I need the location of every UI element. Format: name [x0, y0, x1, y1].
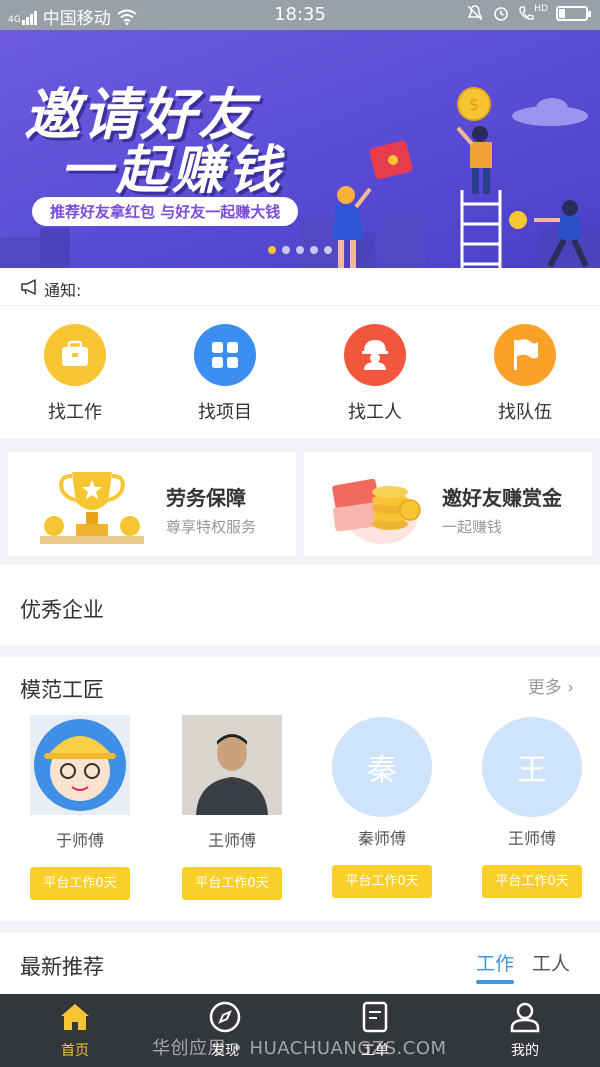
user-icon: [510, 1002, 540, 1033]
banner-subtitle: 推荐好友拿红包 与好友一起赚大钱: [32, 197, 299, 226]
chevron-right-icon: ›: [567, 678, 574, 698]
quick-menu-label: 找工作: [48, 402, 102, 423]
latest-tabs: 工作 工人: [475, 949, 570, 984]
promo-card-invite-reward[interactable]: 邀好友赚赏金 一起赚钱: [304, 452, 592, 556]
more-label: 更多: [527, 678, 562, 698]
work-days-badge: 平台工作0天: [30, 867, 130, 900]
quick-menu: 找工作 找项目 找工人 找队伍: [0, 306, 600, 438]
coins-icon: [332, 478, 421, 544]
small-coin-icon: [509, 211, 527, 229]
worker-name: 王师傅: [507, 829, 556, 848]
pagination-dot[interactable]: [296, 246, 304, 254]
avatar: [30, 715, 130, 815]
worker-name: 王师傅: [207, 831, 256, 850]
man-running-illustration: [534, 200, 589, 268]
alarm-icon: [494, 7, 509, 21]
nav-home[interactable]: 首页: [0, 1000, 150, 1060]
worker-card[interactable]: 王 王师傅 平台工作0天: [457, 717, 600, 898]
worker-card[interactable]: 于师傅 平台工作0天: [5, 715, 155, 900]
section-title: 最新推荐: [20, 955, 104, 979]
pagination-dot[interactable]: [324, 246, 332, 254]
status-bar: 4G 中国移动 18:35 HD: [0, 0, 600, 30]
promo-cards: 劳务保障 尊享特权服务 邀好友赚赏金 一起赚钱: [0, 444, 600, 556]
promo-card-labor-guarantee[interactable]: 劳务保障 尊享特权服务: [8, 452, 296, 556]
watermark: 华创应用 • HUACHUANGZS.COM: [152, 1038, 447, 1059]
document-icon: [362, 1001, 388, 1033]
megaphone-icon: [21, 279, 36, 295]
coin-icon: $: [457, 87, 491, 121]
ladder-illustration: [460, 190, 502, 268]
quick-menu-label: 找项目: [198, 402, 252, 423]
promo-title: 劳务保障: [166, 486, 246, 510]
pagination-dot[interactable]: [310, 246, 318, 254]
svg-text:$: $: [469, 95, 479, 114]
girl-figure-illustration: [332, 186, 372, 268]
compass-icon: [209, 1001, 241, 1033]
avatar: [182, 715, 282, 815]
worker-card[interactable]: 秦 秦师傅 平台工作0天: [307, 717, 457, 898]
work-days-badge: 平台工作0天: [182, 867, 282, 900]
pagination-dot[interactable]: [268, 246, 276, 254]
worker-card[interactable]: 王师傅 平台工作0天: [157, 715, 307, 900]
quick-menu-find-worker[interactable]: 找工人: [300, 324, 450, 424]
avatar: 王: [482, 717, 582, 817]
pagination-dot[interactable]: [282, 246, 290, 254]
section-title: 优秀企业: [20, 598, 104, 622]
worker-icon: [344, 324, 406, 386]
excellent-companies-section: 优秀企业: [0, 565, 600, 645]
notice-label: 通知:: [44, 281, 82, 300]
section-title: 模范工匠: [20, 678, 104, 702]
nav-label: 我的: [511, 1043, 539, 1059]
red-envelope-icon: [369, 140, 413, 180]
model-workers-section: 模范工匠 更多 › 于师傅 平台工作0天 王师傅 平台工作0天 秦 秦师傅 平台…: [0, 657, 600, 921]
quick-menu-find-job[interactable]: 找工作: [0, 324, 150, 424]
man-on-ladder-illustration: [456, 126, 492, 194]
battery-icon: [556, 5, 591, 21]
banner-pagination: [268, 246, 332, 254]
hd-call-icon: HD: [518, 4, 548, 22]
home-icon: [61, 1004, 89, 1030]
promo-title: 邀好友赚赏金: [442, 486, 562, 510]
worker-name: 秦师傅: [357, 829, 406, 848]
latest-section: 最新推荐 工作 工人: [0, 933, 600, 994]
nav-mine[interactable]: 我的: [450, 1000, 600, 1060]
tab-workers[interactable]: 工人: [532, 949, 570, 976]
quick-menu-find-project[interactable]: 找项目: [150, 324, 300, 424]
flag-icon: [494, 324, 556, 386]
quick-menu-label: 找工人: [348, 402, 402, 423]
more-link[interactable]: 更多 ›: [528, 673, 574, 698]
briefcase-icon: [44, 324, 106, 386]
quick-menu-label: 找队伍: [498, 402, 552, 423]
worker-name: 于师傅: [55, 831, 104, 850]
quick-menu-find-team[interactable]: 找队伍: [450, 324, 600, 424]
promo-subtitle: 尊享特权服务: [166, 518, 257, 536]
banner-title-line2: 一起赚钱: [60, 141, 285, 201]
avatar: 秦: [332, 717, 432, 817]
grid-icon: [194, 324, 256, 386]
tab-jobs[interactable]: 工作: [475, 949, 514, 984]
mute-icon: [467, 5, 483, 21]
work-days-badge: 平台工作0天: [332, 865, 432, 898]
trophy-icon: [40, 472, 144, 544]
cloud-icon: [512, 98, 588, 126]
promo-banner[interactable]: 邀请好友 一起赚钱 推荐好友拿红包 与好友一起赚大钱 $: [0, 30, 600, 268]
nav-label: 首页: [61, 1043, 89, 1059]
notice-bar[interactable]: 通知:: [0, 268, 600, 306]
promo-subtitle: 一起赚钱: [442, 518, 503, 536]
work-days-badge: 平台工作0天: [482, 865, 582, 898]
